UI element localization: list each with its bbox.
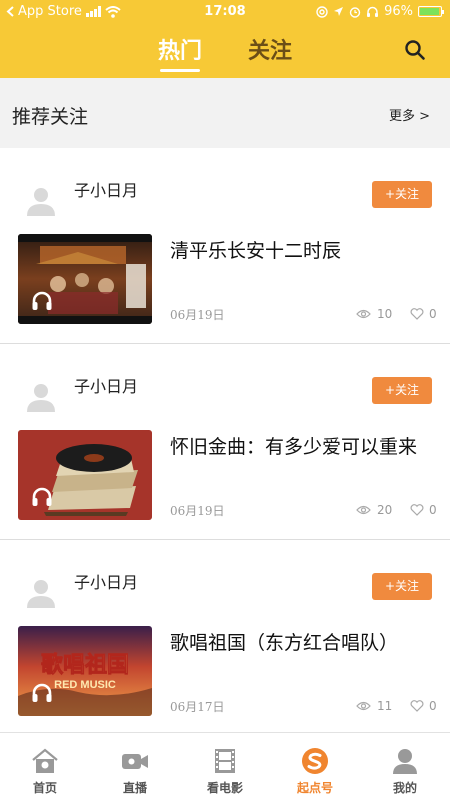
user-icon	[393, 749, 417, 774]
feed-card[interactable]: 子小日月 +关注 怀旧金曲：有多少爱可以重来 06月19日 20 0	[0, 344, 450, 540]
battery-charging-icon	[418, 6, 444, 17]
nav-label: 起点号	[296, 781, 333, 795]
post-date: 06月19日	[170, 504, 225, 518]
film-icon	[215, 749, 235, 773]
video-thumbnail[interactable]	[18, 430, 152, 520]
headphones-icon	[32, 291, 52, 310]
headphones-icon	[32, 487, 52, 506]
heart-icon	[410, 308, 424, 320]
feed-card[interactable]: 子小日月 +关注 歌唱祖国 RED MUSIC 歌唱祖国（东方红合唱队） 06月…	[0, 540, 450, 736]
qidian-s-icon	[302, 748, 328, 774]
video-thumbnail[interactable]: 歌唱祖国 RED MUSIC	[18, 626, 152, 716]
nav-label: 我的	[392, 781, 417, 795]
tab-following[interactable]: 关注	[248, 33, 292, 65]
video-camera-icon	[122, 754, 148, 769]
top-bar: App Store 17:08 96% 热门 关注	[0, 0, 450, 78]
nav-label: 直播	[122, 781, 147, 795]
heart-icon	[410, 504, 424, 516]
more-link[interactable]: 更多 >	[389, 105, 430, 124]
thumbnail-subtitle-text: RED MUSIC	[54, 679, 116, 691]
recommend-title: 推荐关注	[12, 106, 89, 128]
view-count: 20	[356, 503, 392, 517]
view-count-value: 11	[377, 699, 393, 713]
alarm-icon	[349, 6, 361, 18]
thumbnail-title-text: 歌唱祖国	[41, 652, 129, 678]
tab-hot[interactable]: 热门	[158, 33, 202, 72]
bottom-nav: 首页 直播 看电影 起点号 我的	[0, 732, 450, 800]
location-icon	[334, 7, 344, 16]
recommend-header: 推荐关注 更多 >	[0, 78, 450, 148]
video-title[interactable]: 怀旧金曲：有多少爱可以重来	[170, 432, 435, 462]
headphones-icon	[32, 683, 52, 702]
status-bar: App Store 17:08 96%	[0, 0, 450, 24]
home-icon	[32, 748, 58, 773]
video-title[interactable]: 清平乐长安十二时辰	[170, 236, 435, 266]
follow-button[interactable]: +关注	[372, 377, 432, 404]
nav-label: 首页	[32, 781, 57, 795]
avatar[interactable]	[24, 183, 58, 217]
like-button[interactable]: 0	[410, 699, 437, 713]
nav-item-profile[interactable]: 我的	[360, 733, 450, 800]
like-count-value: 0	[429, 503, 437, 517]
follow-button[interactable]: +关注	[372, 573, 432, 600]
nav-item-qidian[interactable]: 起点号	[270, 733, 360, 800]
view-count-value: 20	[377, 503, 393, 517]
author-name[interactable]: 子小日月	[74, 569, 138, 593]
eye-icon	[356, 309, 371, 319]
author-name[interactable]: 子小日月	[74, 177, 138, 201]
video-title[interactable]: 歌唱祖国（东方红合唱队）	[170, 628, 435, 658]
nav-item-home[interactable]: 首页	[0, 733, 90, 800]
eye-icon	[356, 701, 371, 711]
eye-icon	[356, 505, 371, 515]
header-tabs: 热门 关注	[0, 33, 450, 72]
battery-percent: 96%	[384, 4, 413, 19]
like-button[interactable]: 0	[410, 307, 437, 321]
avatar[interactable]	[24, 379, 58, 413]
feed-card[interactable]: 子小日月 +关注 清平乐长安十二时辰 06月19日 10 0	[0, 148, 450, 344]
follow-button[interactable]: +关注	[372, 181, 432, 208]
heart-icon	[410, 700, 424, 712]
view-count: 10	[356, 307, 392, 321]
status-right: 96%	[316, 4, 444, 19]
at-icon	[316, 5, 328, 18]
nav-label: 看电影	[206, 781, 243, 795]
view-count: 11	[356, 699, 392, 713]
search-icon[interactable]	[404, 39, 426, 61]
like-button[interactable]: 0	[410, 503, 437, 517]
view-count-value: 10	[377, 307, 393, 321]
battery-fill	[420, 8, 439, 15]
headphones-icon	[367, 6, 379, 17]
nav-item-movies[interactable]: 看电影	[180, 733, 270, 800]
nav-item-live[interactable]: 直播	[90, 733, 180, 800]
video-thumbnail[interactable]	[18, 234, 152, 324]
post-date: 06月19日	[170, 308, 225, 322]
post-date: 06月17日	[170, 700, 225, 714]
like-count-value: 0	[429, 699, 437, 713]
like-count-value: 0	[429, 307, 437, 321]
avatar[interactable]	[24, 575, 58, 609]
author-name[interactable]: 子小日月	[74, 373, 138, 397]
feed-list: 子小日月 +关注 清平乐长安十二时辰 06月19日 10 0 子小日月 +关注 …	[0, 148, 450, 736]
